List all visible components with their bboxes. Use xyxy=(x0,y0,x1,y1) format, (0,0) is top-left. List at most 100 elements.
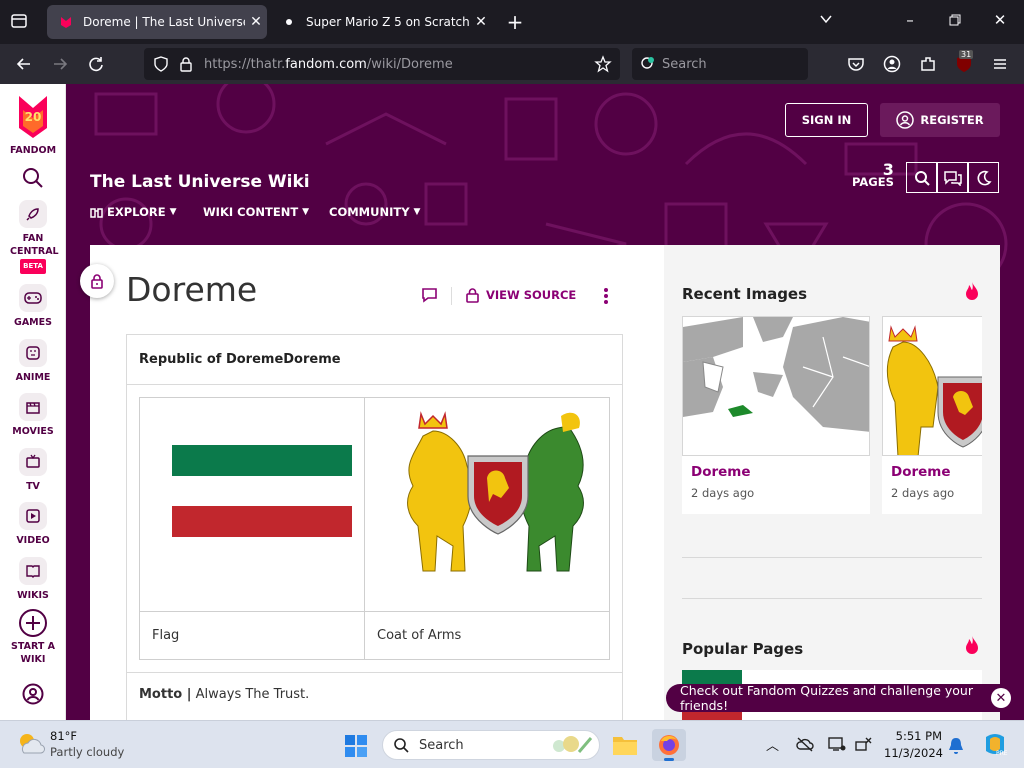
search-highlight-icon xyxy=(553,736,593,753)
nav-wiki-content[interactable]: WIKI CONTENT ▼ xyxy=(203,205,309,219)
tab-doreme[interactable]: Doreme | The Last Universe Wiki ✕ xyxy=(47,5,267,39)
nav-community[interactable]: COMMUNITY ▼ xyxy=(329,205,420,219)
register-button[interactable]: REGISTER xyxy=(880,103,1000,137)
motto-label: Motto | xyxy=(139,687,192,702)
protected-page-lock-button[interactable] xyxy=(80,264,114,298)
copilot-icon[interactable]: PRE xyxy=(982,731,1008,757)
quiz-promo-banner[interactable]: Check out Fandom Quizzes and challenge y… xyxy=(666,683,1016,713)
sign-in-button[interactable]: SIGN IN xyxy=(785,103,868,137)
fandom-logo[interactable]: 20 FANDOM xyxy=(0,94,66,157)
recent-image-time: 2 days ago xyxy=(891,486,955,500)
tv-icon xyxy=(19,448,47,476)
file-explorer-icon[interactable] xyxy=(612,733,638,757)
coat-of-arms-image[interactable] xyxy=(393,406,603,576)
scratch-favicon-icon xyxy=(286,19,292,25)
rail-item-start-a-wiki[interactable]: START A WIKI xyxy=(0,608,66,666)
tab-title: Super Mario Z 5 on Scratch xyxy=(306,15,470,29)
wiki-search-button[interactable] xyxy=(906,162,937,193)
recent-image-thumbnail xyxy=(682,316,870,456)
recent-image-card[interactable]: Doreme 2 days ago xyxy=(682,316,870,514)
rail-item-movies[interactable]: MOVIES xyxy=(0,393,66,438)
rail-item-label: GAMES xyxy=(14,317,52,328)
view-source-button[interactable]: VIEW SOURCE xyxy=(465,287,576,303)
maximize-button[interactable] xyxy=(945,12,965,30)
notification-bell-icon[interactable] xyxy=(948,737,964,755)
minimize-button[interactable]: – xyxy=(900,11,920,29)
gamepad-icon xyxy=(19,284,47,312)
list-all-tabs-icon[interactable] xyxy=(816,12,836,30)
nav-explore[interactable]: EXPLORE ▼ xyxy=(90,205,176,219)
cloud-offline-icon[interactable] xyxy=(796,736,814,752)
talk-bubble-icon[interactable] xyxy=(421,287,438,303)
map-image xyxy=(683,317,869,455)
wiki-name[interactable]: The Last Universe Wiki xyxy=(90,172,310,192)
tab-list-icon[interactable] xyxy=(8,12,30,32)
sidebar-divider xyxy=(682,598,982,599)
user-avatar-icon[interactable] xyxy=(22,683,44,705)
action-divider xyxy=(451,287,452,305)
moon-icon xyxy=(976,170,992,185)
rail-item-games[interactable]: GAMES xyxy=(0,284,66,329)
ublock-extension-icon[interactable]: 31 xyxy=(954,50,976,76)
url-bar[interactable]: https://thatr. fandom.com/wiki/Doreme xyxy=(144,48,620,80)
weather-description[interactable]: Partly cloudy xyxy=(50,745,124,759)
show-hidden-icons-chevron-icon[interactable]: ︿ xyxy=(766,735,779,754)
close-tab-icon[interactable]: ✕ xyxy=(470,14,492,30)
recent-image-name[interactable]: Doreme xyxy=(891,464,951,480)
firefox-taskbar-button[interactable] xyxy=(652,729,686,761)
forward-icon[interactable] xyxy=(50,54,70,74)
rail-item-fan-central[interactable]: FAN CENTRAL BETA xyxy=(0,200,66,274)
user-icon xyxy=(896,111,915,129)
extensions-icon[interactable] xyxy=(918,54,938,74)
rail-item-label: FAN CENTRAL xyxy=(10,233,59,257)
rail-item-wikis[interactable]: WIKIS xyxy=(0,557,66,602)
recent-images-heading: Recent Images xyxy=(682,285,808,303)
rail-item-anime[interactable]: ANIME xyxy=(0,339,66,384)
flag-image[interactable] xyxy=(172,445,352,537)
weather-icon[interactable] xyxy=(16,731,46,759)
flag-caption: Flag xyxy=(140,611,365,659)
close-window-button[interactable]: ✕ xyxy=(990,11,1010,29)
weather-temp[interactable]: 81°F xyxy=(50,729,77,743)
tab-super-mario[interactable]: Super Mario Z 5 on Scratch ✕ xyxy=(270,5,492,39)
discussions-button[interactable] xyxy=(937,162,968,193)
search-bar[interactable]: Search xyxy=(632,48,808,80)
browser-nav-bar: https://thatr. fandom.com/wiki/Doreme Sea… xyxy=(0,44,1024,84)
motto-value: Always The Trust. xyxy=(191,687,310,702)
url-domain: fandom.com xyxy=(285,56,367,72)
clock-date[interactable]: 11/3/2024 xyxy=(884,746,943,760)
infobox-image-table: Flag Coat of Arms xyxy=(139,397,610,660)
back-icon[interactable] xyxy=(14,54,34,74)
recent-image-card[interactable]: Doreme 2 days ago xyxy=(882,316,982,514)
new-tab-button[interactable]: + xyxy=(504,10,526,34)
display-icon[interactable] xyxy=(828,736,846,752)
svg-text:PRE: PRE xyxy=(996,750,1008,757)
lock-icon xyxy=(466,288,479,303)
search-icon xyxy=(394,738,409,753)
close-banner-icon[interactable]: ✕ xyxy=(991,688,1011,708)
tracking-shield-icon[interactable] xyxy=(152,55,170,73)
view-source-label: VIEW SOURCE xyxy=(486,288,577,302)
bookmark-star-icon[interactable] xyxy=(594,55,612,73)
close-tab-icon[interactable]: ✕ xyxy=(245,14,267,30)
rail-item-label: WIKIS xyxy=(17,590,49,601)
browser-tab-bar: Doreme | The Last Universe Wiki ✕ Super … xyxy=(0,0,1024,44)
network-disconnected-icon[interactable] xyxy=(854,736,872,752)
pocket-icon[interactable] xyxy=(846,54,866,74)
rail-item-tv[interactable]: TV xyxy=(0,448,66,493)
taskbar-search-box[interactable]: Search xyxy=(382,730,600,760)
plus-circle-icon xyxy=(19,609,47,637)
windows-start-icon[interactable] xyxy=(344,734,368,758)
infobox-title: Republic of DoremeDoreme xyxy=(127,335,622,385)
search-icon[interactable] xyxy=(22,167,44,189)
more-actions-icon[interactable] xyxy=(602,287,610,305)
menu-hamburger-icon[interactable] xyxy=(990,54,1010,74)
recent-image-name[interactable]: Doreme xyxy=(691,464,751,480)
url-path: /wiki/Doreme xyxy=(366,56,453,72)
rail-item-video[interactable]: VIDEO xyxy=(0,502,66,547)
reload-icon[interactable] xyxy=(86,54,106,74)
clock-time[interactable]: 5:51 PM xyxy=(884,729,942,743)
lock-icon[interactable] xyxy=(178,56,194,72)
theme-toggle-button[interactable] xyxy=(968,162,999,193)
account-icon[interactable] xyxy=(882,54,902,74)
